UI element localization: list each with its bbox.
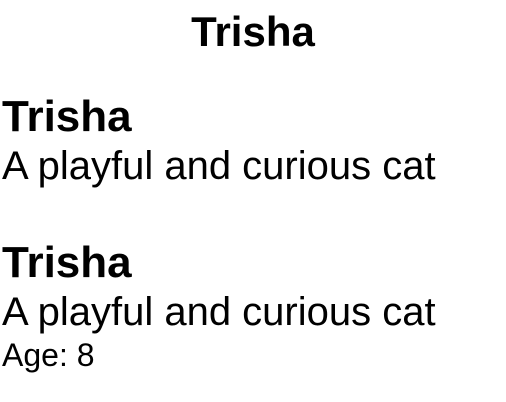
cat-description: A playful and curious cat: [2, 290, 436, 334]
cat-name: Trisha: [2, 238, 132, 287]
navigation-title: Trisha: [191, 8, 315, 55]
cat-description: A playful and curious cat: [2, 144, 436, 188]
cat-summary-card: Trisha A playful and curious cat: [2, 92, 436, 190]
cat-name: Trisha: [2, 92, 132, 141]
cat-detail-card: Trisha A playful and curious cat Age: 8: [2, 238, 436, 374]
cat-age: Age: 8: [2, 337, 95, 373]
